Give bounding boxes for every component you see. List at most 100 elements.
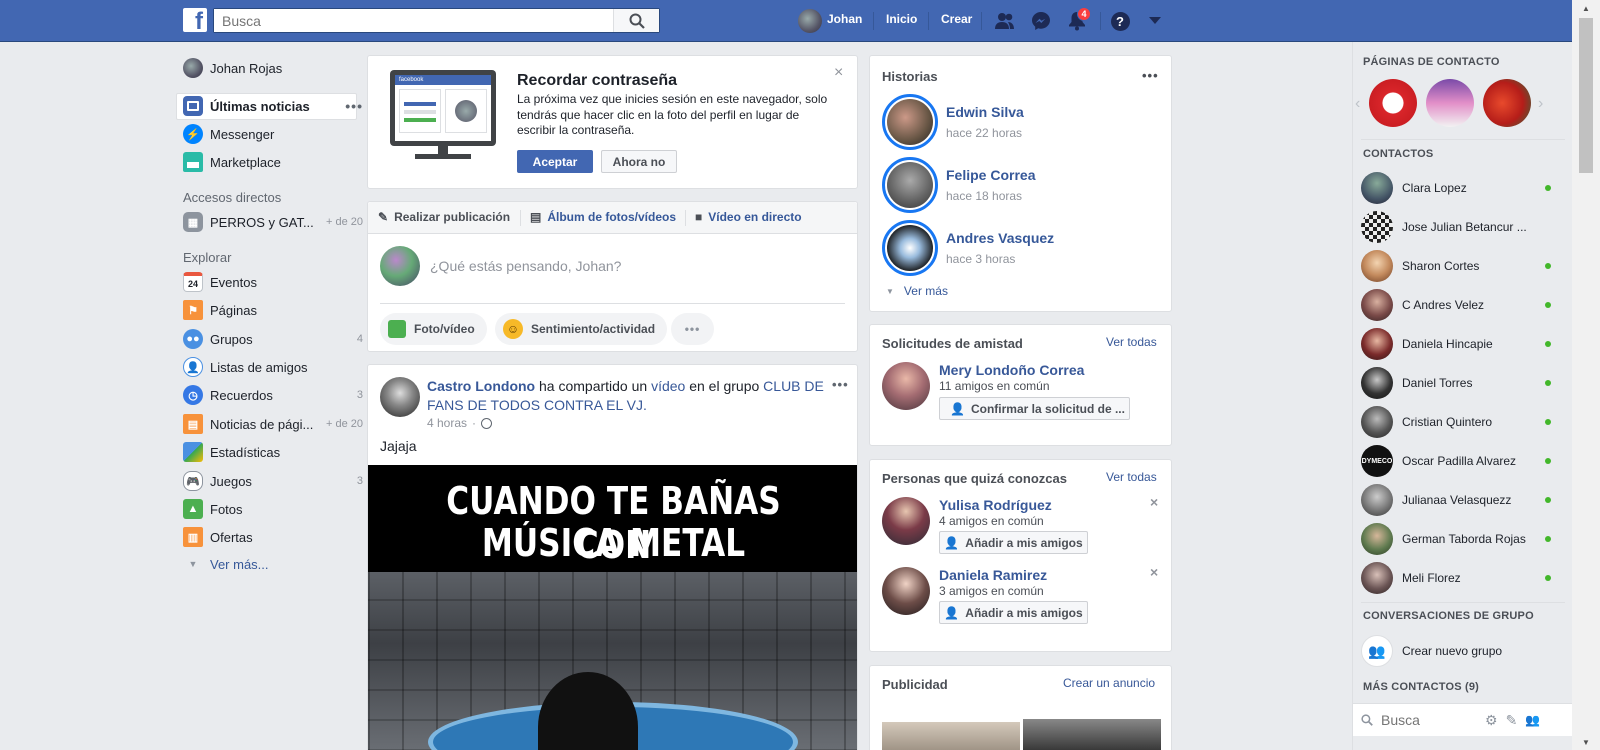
feeling-activity-button[interactable]: ☺ Sentimiento/actividad [495, 313, 668, 345]
sidebar-item-pages[interactable]: ⚑ Páginas [183, 297, 363, 323]
sidebar-item-events[interactable]: 24 Eventos [183, 269, 363, 295]
sidebar-see-more[interactable]: ▼ Ver más... [183, 551, 363, 577]
photo-video-button[interactable]: Foto/vídeo [380, 313, 487, 345]
contact-page-avatar[interactable] [1369, 79, 1417, 127]
scroll-up-icon[interactable]: ▲ [1582, 4, 1590, 13]
profile-link[interactable]: Johan [827, 12, 862, 26]
story-item[interactable]: Edwin Silva hace 22 horas [882, 94, 1024, 150]
tab-create-post[interactable]: ✎ Realizar publicación [378, 210, 510, 224]
pymk-name-link[interactable]: Daniela Ramirez [939, 567, 1047, 583]
contact-page-avatar[interactable] [1483, 79, 1531, 127]
facebook-logo[interactable]: f [183, 8, 207, 32]
chat-search-input[interactable] [1381, 712, 1481, 728]
stories-options-icon[interactable]: ••• [1142, 68, 1159, 83]
contact-item[interactable]: C Andres Velez [1361, 287, 1551, 323]
post-meta: 4 horas · [427, 416, 493, 430]
contact-item[interactable]: Meli Florez [1361, 560, 1551, 596]
pymk-see-all-link[interactable]: Ver todas [1106, 470, 1157, 484]
story-item[interactable]: Andres Vasquez hace 3 horas [882, 220, 1054, 276]
user-avatar[interactable] [798, 9, 822, 33]
tab-live-video[interactable]: ■ Vídeo en directo [695, 210, 802, 224]
pymk-avatar[interactable] [882, 497, 930, 545]
create-new-group-button[interactable]: 👥 Crear nuevo grupo [1361, 633, 1551, 669]
online-status-dot [1545, 185, 1551, 191]
accept-button[interactable]: Aceptar [517, 150, 593, 173]
friend-requests-icon[interactable] [994, 10, 1016, 32]
post-video[interactable]: CUANDO TE BAÑAS CON MÚSICA METAL [368, 465, 857, 750]
search-input[interactable] [214, 9, 609, 32]
dismiss-close-icon[interactable]: × [1150, 564, 1158, 580]
nav-divider [1100, 12, 1101, 30]
chevron-right-icon[interactable]: › [1538, 95, 1543, 113]
create-link[interactable]: Crear [941, 12, 972, 26]
gear-icon[interactable]: ⚙ [1485, 712, 1498, 729]
tab-photo-album[interactable]: ▤ Álbum de fotos/vídeos [530, 210, 676, 224]
requests-see-all-link[interactable]: Ver todas [1106, 335, 1157, 349]
sidebar-item-stats[interactable]: Estadísticas [183, 439, 363, 465]
contact-item[interactable]: Daniel Torres [1361, 365, 1551, 401]
sidebar-item-news-feed[interactable]: Últimas noticias ••• [183, 93, 363, 119]
post-author-link[interactable]: Castro Londono [427, 378, 535, 394]
post-options-icon[interactable]: ••• [832, 377, 849, 392]
new-group-icon[interactable]: 👥 [1525, 713, 1540, 727]
more-composer-options-button[interactable]: ••• [671, 313, 714, 345]
post-video-link[interactable]: vídeo [651, 378, 685, 394]
stories-see-more[interactable]: ▼ Ver más [886, 284, 948, 298]
contact-item[interactable]: Daniela Hincapie [1361, 326, 1551, 362]
not-now-button[interactable]: Ahora no [601, 150, 677, 173]
contact-name: Julianaa Velasquezz [1402, 493, 1512, 507]
new-message-icon[interactable]: ✎ [1506, 712, 1518, 729]
chevron-left-icon[interactable]: ‹ [1355, 95, 1360, 113]
close-icon[interactable]: × [834, 64, 843, 82]
smiley-icon: ☺ [503, 319, 523, 339]
create-group-label: Crear nuevo grupo [1402, 644, 1503, 658]
more-options-icon[interactable]: ••• [345, 98, 363, 114]
post-action-text: en el grupo [685, 378, 764, 394]
create-ad-link[interactable]: Crear un anuncio [1063, 676, 1155, 690]
messenger-icon[interactable] [1030, 10, 1052, 32]
story-item[interactable]: Felipe Correa hace 18 horas [882, 157, 1035, 213]
chat-sidebar: PÁGINAS DE CONTACTO ‹ › CONTACTOS Clara … [1352, 42, 1573, 750]
page-scrollbar-thumb[interactable] [1579, 18, 1593, 173]
contact-item[interactable]: Clara Lopez [1361, 170, 1551, 206]
sidebar-item-friend-lists[interactable]: 👤 Listas de amigos [183, 354, 363, 380]
contact-item[interactable]: Cristian Quintero [1361, 404, 1551, 440]
pymk-avatar[interactable] [882, 567, 930, 615]
request-name-link[interactable]: Mery Londoño Correa [939, 362, 1084, 378]
sidebar-item-photos[interactable]: ▲ Fotos [183, 496, 363, 522]
help-icon[interactable]: ? [1109, 10, 1131, 32]
sidebar-item-messenger[interactable]: ⚡ Messenger [183, 121, 363, 147]
sidebar-item-marketplace[interactable]: Marketplace [183, 149, 363, 175]
contact-item[interactable]: Sharon Cortes [1361, 248, 1551, 284]
post-author-avatar[interactable] [380, 377, 420, 417]
contact-item[interactable]: Julianaa Velasquezz [1361, 482, 1551, 518]
scroll-down-icon[interactable]: ▼ [1582, 738, 1590, 747]
home-link[interactable]: Inicio [886, 12, 917, 26]
contact-item[interactable]: DYMECO Oscar Padilla Alvarez [1361, 443, 1551, 479]
composer-input[interactable]: ¿Qué estás pensando, Johan? [430, 258, 621, 274]
sidebar-item-memories[interactable]: ◷ Recuerdos 3 [183, 382, 363, 408]
contact-item[interactable]: German Taborda Rojas [1361, 521, 1551, 557]
button-label: Añadir a mis amigos [965, 605, 1083, 620]
account-menu-chevron-down-icon[interactable] [1144, 10, 1166, 32]
add-friend-button[interactable]: 👤 Añadir a mis amigos [939, 601, 1088, 624]
pymk-name-link[interactable]: Yulisa Rodríguez [939, 497, 1052, 513]
sidebar-item-offers[interactable]: ▥ Ofertas [183, 524, 363, 550]
sidebar-item-games[interactable]: 🎮 Juegos 3 [183, 468, 363, 494]
sidebar-item-label: Messenger [210, 126, 275, 142]
contact-page-avatar[interactable] [1426, 79, 1474, 127]
post-timestamp[interactable]: 4 horas [427, 416, 467, 430]
dismiss-close-icon[interactable]: × [1150, 494, 1158, 510]
left-profile-link[interactable]: Johan Rojas [183, 55, 363, 81]
request-avatar[interactable] [882, 362, 930, 410]
sidebar-item-groups[interactable]: ●● Grupos 4 [183, 326, 363, 352]
search-button[interactable] [613, 9, 659, 32]
sidebar-item-shortcut[interactable]: ▦ PERROS y GAT... + de 20 [183, 209, 363, 235]
contact-item[interactable]: Jose Julian Betancur ... [1361, 209, 1551, 245]
ad-image[interactable] [882, 722, 1020, 750]
confirm-request-button[interactable]: 👤 Confirmar la solicitud de ... [939, 397, 1130, 420]
sidebar-item-label: Juegos [210, 473, 252, 489]
add-friend-button[interactable]: 👤 Añadir a mis amigos [939, 531, 1088, 554]
ad-image[interactable] [1023, 719, 1161, 750]
sidebar-item-pages-feed[interactable]: ▤ Noticias de pági... + de 20 [183, 411, 363, 437]
